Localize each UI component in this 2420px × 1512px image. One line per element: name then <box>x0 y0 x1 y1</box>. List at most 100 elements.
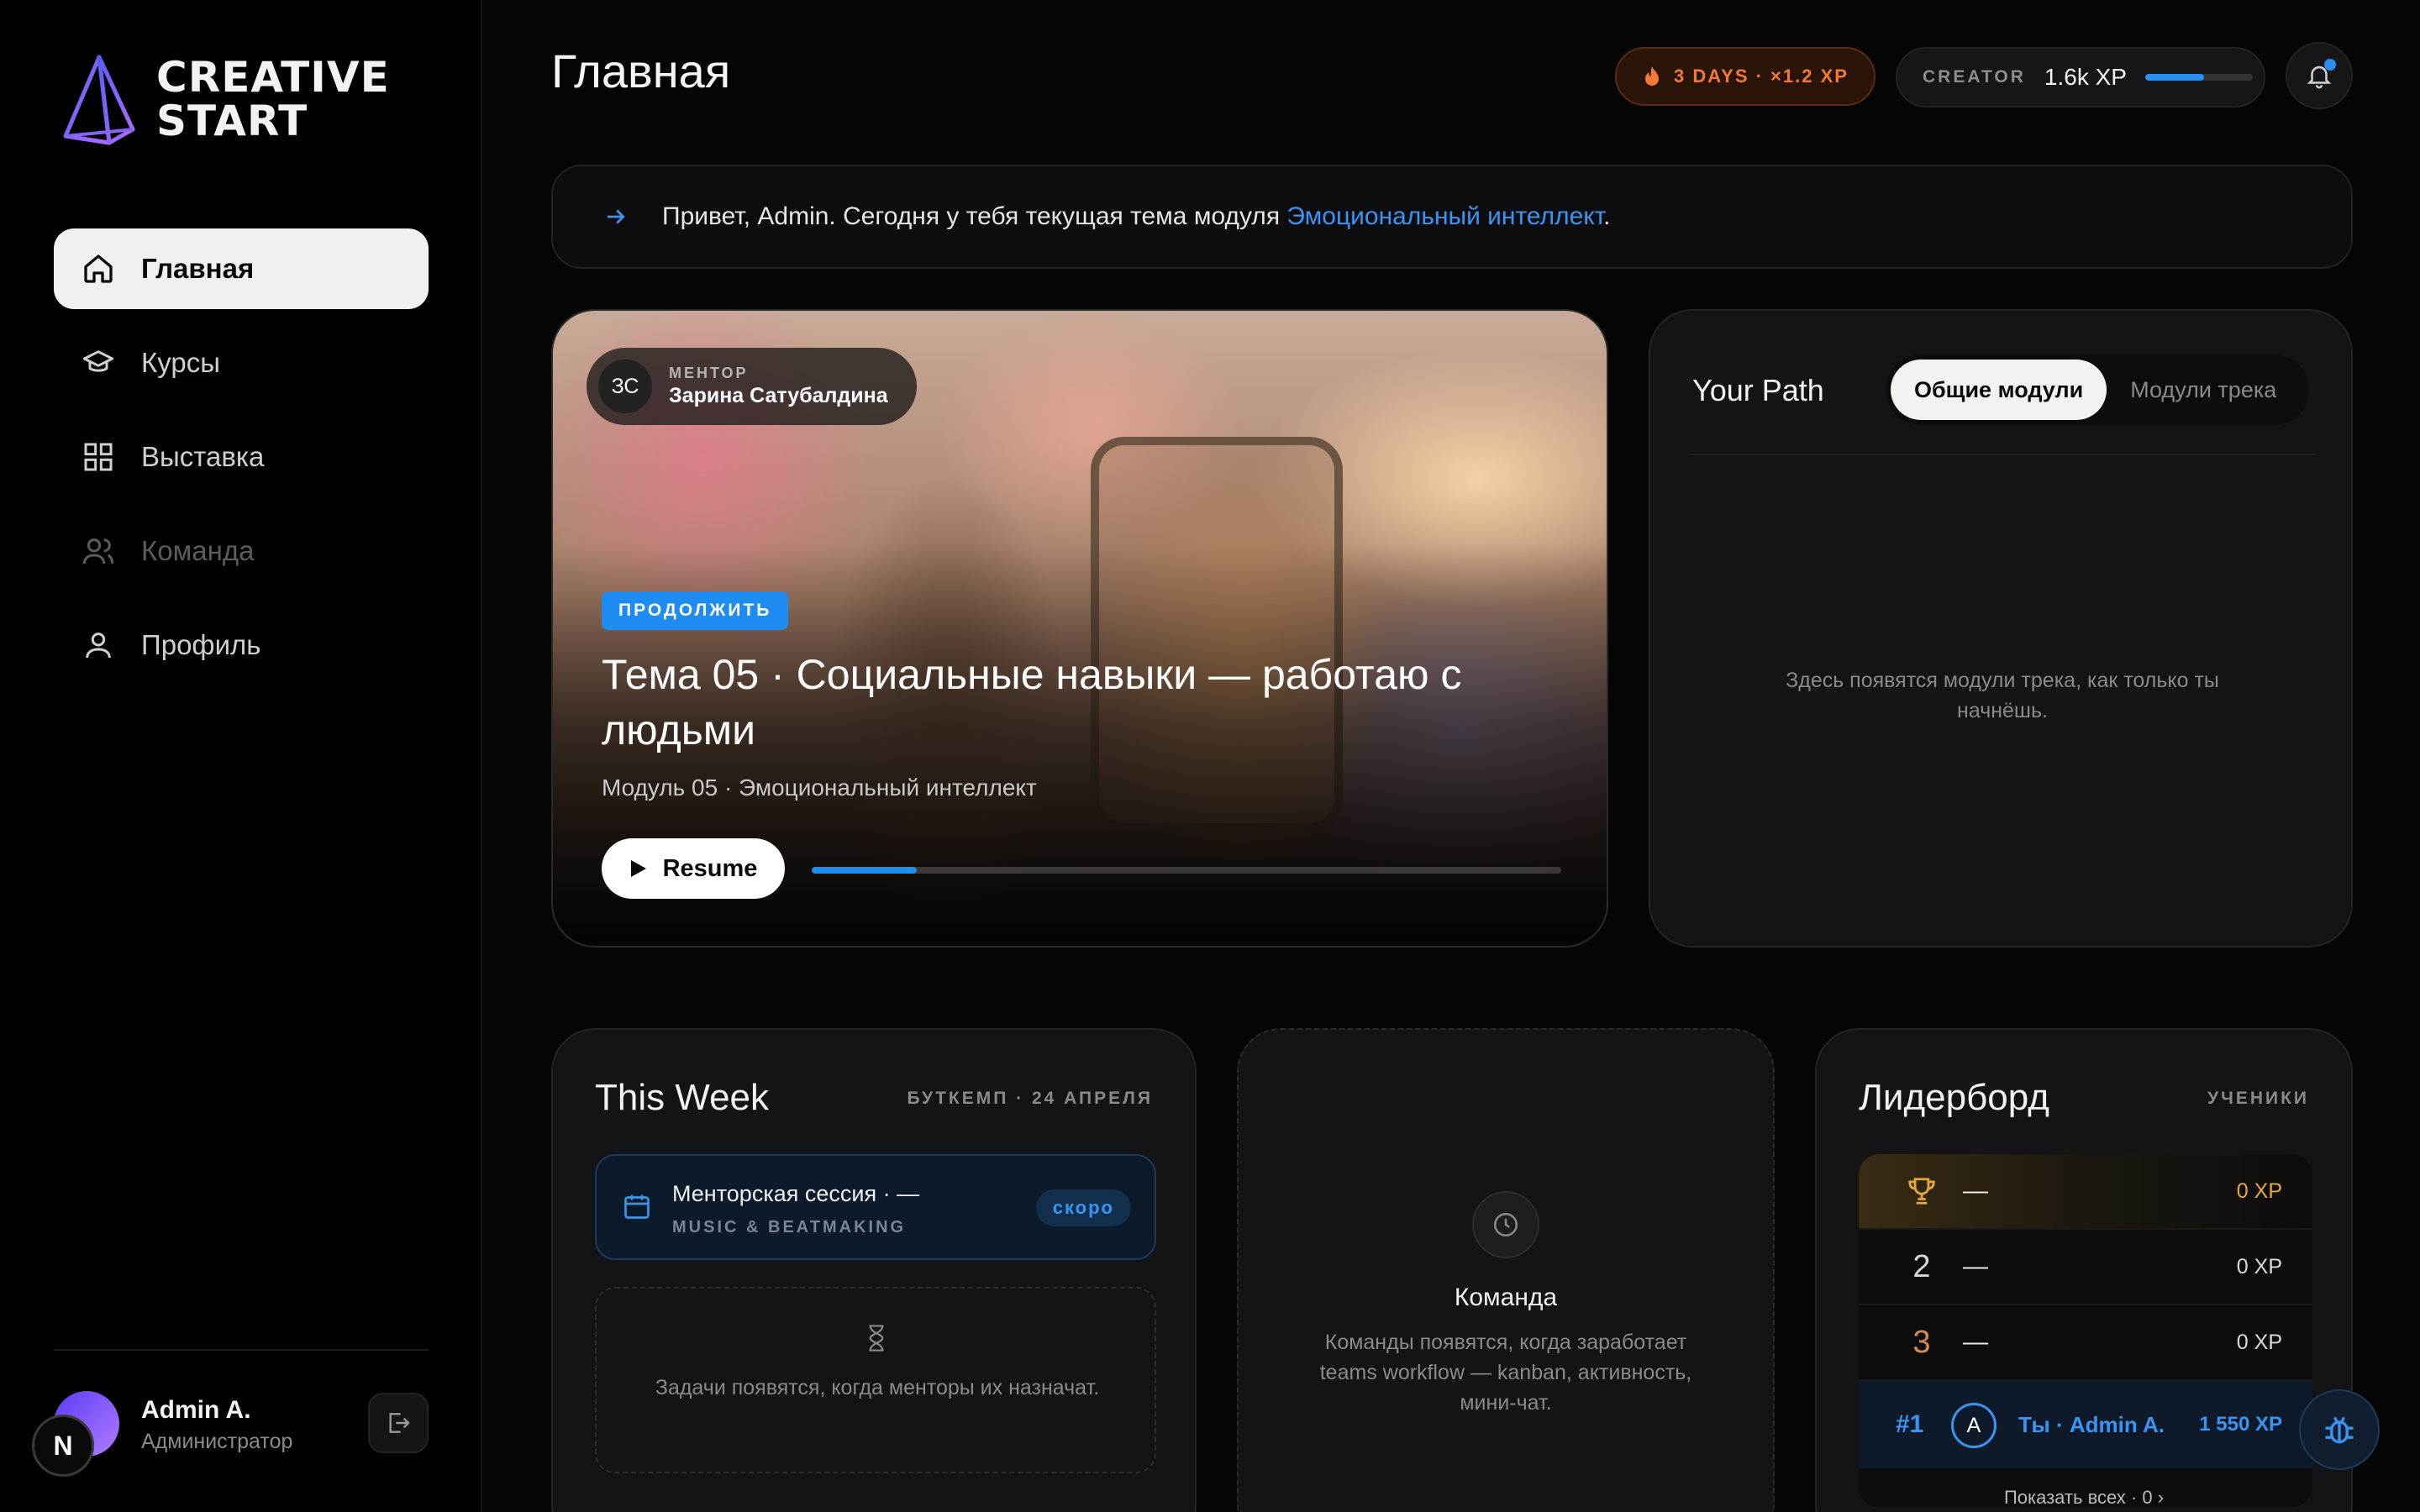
users-icon <box>81 533 116 569</box>
user-role: Администратор <box>141 1430 293 1453</box>
play-icon <box>630 860 646 877</box>
sidebar-item-label: Курсы <box>141 347 220 378</box>
leaderboard-rank: 3 <box>1912 1324 1931 1360</box>
leaderboard-xp: 0 XP <box>2236 1254 2282 1278</box>
bug-icon <box>2325 1416 2354 1444</box>
xp-progress-fill <box>2144 74 2205 81</box>
leaderboard-name: — <box>1963 1328 1988 1356</box>
leaderboard-list: — 0 XP 2 — 0 XP 3 — 0 XP #1 A Ты · Admin… <box>1859 1154 2312 1507</box>
grid-icon <box>81 439 116 475</box>
greeting-banner: Привет, Admin. Сегодня у тебя текущая те… <box>551 165 2353 269</box>
xp-status[interactable]: CREATOR 1.6k XP <box>1896 47 2265 108</box>
continue-badge: ПРОДОЛЖИТЬ <box>602 591 789 630</box>
this-week-card: This Week БУТКЕМП · 24 АПРЕЛЯ Менторская… <box>551 1028 1197 1512</box>
sidebar-item-label: Главная <box>141 253 255 284</box>
flame-icon <box>1645 66 1660 86</box>
path-empty-text: Здесь появятся модули трека, как только … <box>1786 669 2219 722</box>
logout-button[interactable] <box>368 1393 429 1453</box>
clock-icon <box>1472 1191 1539 1258</box>
leaderboard-name: — <box>1963 1177 1988 1205</box>
week-meta: БУТКЕМП · 24 АПРЕЛЯ <box>907 1089 1153 1108</box>
leaderboard-card: Лидерборд УЧЕНИКИ — 0 XP 2 — 0 XP 3 — 0 … <box>1815 1028 2353 1512</box>
trophy-icon <box>1901 1154 1943 1228</box>
leaderboard-xp: 0 XP <box>2236 1179 2282 1203</box>
team-title: Команда <box>1454 1284 1558 1311</box>
user-name: Admin A. <box>141 1396 251 1424</box>
week-title: This Week <box>595 1077 770 1118</box>
mentor-label: МЕНТОР <box>669 365 749 381</box>
graduation-cap-icon <box>81 345 116 381</box>
sidebar-item-courses[interactable]: Курсы <box>54 323 429 403</box>
team-card: Команда Команды появятся, когда заработа… <box>1237 1028 1775 1512</box>
greeting-text: Привет, Admin. Сегодня у тебя текущая те… <box>662 202 1611 230</box>
logout-icon <box>389 1413 410 1433</box>
chevron-right-icon: › <box>2157 1487 2165 1508</box>
mentor-name: Зарина Сатубалдина <box>669 384 888 407</box>
my-xp: 1 550 XP <box>2199 1413 2282 1436</box>
app-badge[interactable]: N <box>32 1415 94 1477</box>
event-item[interactable]: Менторская сессия · — MUSIC & BEATMAKING… <box>595 1154 1156 1260</box>
path-divider <box>1689 454 2316 455</box>
lesson-progress-bar <box>812 867 1561 874</box>
path-tabs: Общие модули Модули трека <box>1886 354 2309 425</box>
your-path-card: Your Path Общие модули Модули трека Здес… <box>1649 309 2353 948</box>
prism-logo-icon <box>63 55 135 145</box>
tab-track-modules[interactable]: Модули трека <box>2107 360 2300 420</box>
calendar-icon <box>624 1194 650 1219</box>
streak-badge[interactable]: 3 DAYS · ×1.2 XP <box>1615 47 1876 106</box>
leaderboard-row[interactable]: 3 — 0 XP <box>1859 1305 2312 1381</box>
leaderboard-name: — <box>1963 1252 1988 1280</box>
my-avatar: A <box>1951 1403 1996 1448</box>
xp-progress-bar <box>2144 74 2253 81</box>
team-text: Команды появятся, когда заработает teams… <box>1319 1331 1692 1415</box>
sidebar-item-label: Команда <box>141 535 255 566</box>
sidebar-item-label: Выставка <box>141 441 265 472</box>
leaderboard-rank: 2 <box>1912 1248 1931 1284</box>
lesson-title: Тема 05 · Социальные навыки — работаю с … <box>602 651 1462 753</box>
event-title: Менторская сессия · — <box>672 1181 920 1206</box>
sidebar-item-exhibition[interactable]: Выставка <box>54 417 429 497</box>
leaderboard-xp: 0 XP <box>2236 1330 2282 1354</box>
hourglass-icon <box>869 1325 884 1352</box>
leaderboard-row-me[interactable]: #1 A Ты · Admin A. 1 550 XP <box>1859 1381 2312 1468</box>
logo[interactable]: CREATIVE START <box>60 52 390 146</box>
lesson-progress-fill <box>812 867 917 874</box>
leaderboard-row[interactable]: 2 — 0 XP <box>1859 1230 2312 1305</box>
tab-general-modules[interactable]: Общие модули <box>1891 360 2107 420</box>
leaderboard-title: Лидерборд <box>1859 1077 2049 1118</box>
tasks-empty-state: Задачи появятся, когда менторы их назнач… <box>595 1287 1156 1473</box>
arrow-right-icon <box>608 209 625 224</box>
user-card[interactable]: N Admin A. Администратор <box>32 1388 429 1477</box>
bug-report-button[interactable] <box>2299 1389 2380 1470</box>
rank-label: CREATOR <box>1923 67 2026 87</box>
sidebar-item-profile[interactable]: Профиль <box>54 605 429 685</box>
leaderboard-meta: УЧЕНИКИ <box>2207 1089 2309 1108</box>
sidebar: CREATIVE START Главная Курсы Выставка Ко… <box>0 0 482 1512</box>
user-icon <box>81 627 116 663</box>
notification-dot <box>2324 59 2336 71</box>
sidebar-item-team[interactable]: Команда <box>54 511 429 591</box>
streak-text: 3 DAYS · ×1.2 XP <box>1674 66 1849 87</box>
continue-lesson-card[interactable]: ЗС МЕНТОР Зарина Сатубалдина ПРОДОЛЖИТЬ … <box>551 309 1608 948</box>
resume-button[interactable]: Resume <box>602 838 785 899</box>
current-module-link[interactable]: Эмоциональный интеллект <box>1286 202 1603 230</box>
leaderboard-row[interactable]: — 0 XP <box>1859 1154 2312 1230</box>
event-status-badge: скоро <box>1035 1189 1131 1226</box>
sidebar-item-label: Профиль <box>141 629 261 660</box>
sidebar-nav: Главная Курсы Выставка Команда Профиль <box>54 228 429 699</box>
notifications-button[interactable] <box>2286 42 2353 109</box>
sidebar-divider <box>54 1349 429 1351</box>
mentor-chip[interactable]: ЗС МЕНТОР Зарина Сатубалдина <box>587 348 917 425</box>
sidebar-item-home[interactable]: Главная <box>54 228 429 309</box>
path-title: Your Path <box>1692 373 1824 407</box>
page-title: Главная <box>551 45 731 97</box>
show-all-link[interactable]: Показать всех · 0 › <box>1815 1487 2353 1509</box>
my-rank: #1 <box>1896 1410 1924 1438</box>
home-icon <box>81 251 116 286</box>
lesson-subtitle: Модуль 05 · Эмоциональный интеллект <box>602 774 1037 801</box>
my-name: Ты · Admin A. <box>2018 1411 2165 1437</box>
event-subtitle: MUSIC & BEATMAKING <box>672 1218 907 1236</box>
mentor-avatar: ЗС <box>598 360 652 413</box>
tasks-empty-text: Задачи появятся, когда менторы их назнач… <box>655 1376 1100 1399</box>
xp-value: 1.6k XP <box>2044 64 2127 90</box>
